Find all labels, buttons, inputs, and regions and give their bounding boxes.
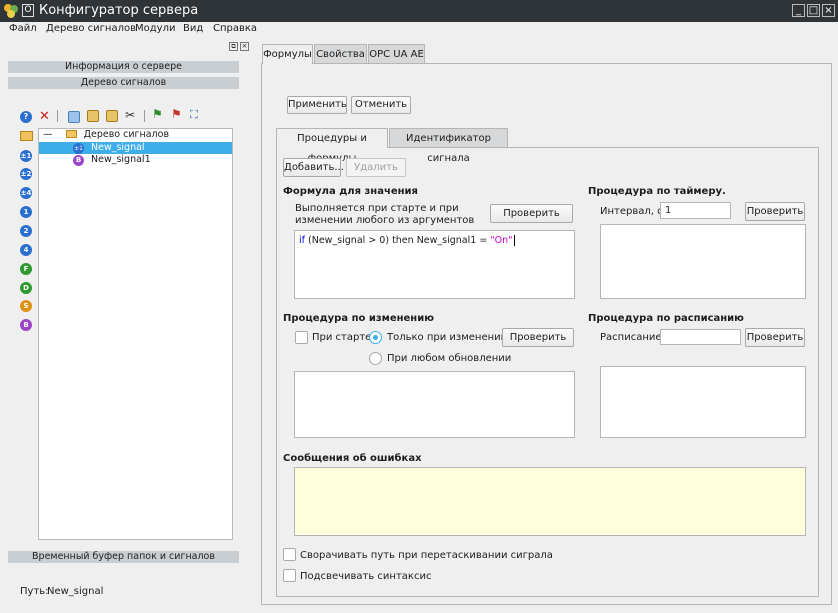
paste-icon[interactable] [87,110,99,122]
timer-title: Процедура по таймеру. [588,186,726,197]
errors-box[interactable] [294,467,806,536]
folder-icon [65,130,77,138]
schedule-label: Расписание: [600,332,665,343]
copy-icon[interactable] [68,111,80,123]
pin-button[interactable]: O [22,4,34,17]
text-cursor [513,235,515,246]
tab-formulas[interactable]: Формулы [262,44,313,64]
maximize-button[interactable]: □ [807,4,820,17]
schedule-editor[interactable] [600,366,806,438]
minimize-button[interactable]: _ [792,4,805,17]
paste-special-icon[interactable] [106,110,118,122]
tree-item-new-signal1[interactable]: B New_signal1 [39,154,232,166]
collapse-path-checkbox[interactable] [283,548,296,561]
window-title: Конфигуратор сервера [39,3,199,18]
signal-tree-header[interactable]: Дерево сигналов [8,77,239,89]
menu-file[interactable]: Файл [9,23,37,34]
any-update-radio[interactable] [369,352,382,365]
toolbar-separator [57,110,58,122]
code-expression: (New_signal > 0) then New_signal1 = [308,235,491,246]
tree-root[interactable]: — Дерево сигналов [43,129,233,141]
delete-icon[interactable]: ✕ [39,109,50,124]
interval-input[interactable]: 1 [660,202,731,219]
apply-button[interactable]: Применить [287,96,347,114]
add-button[interactable]: Добавить... [283,158,344,177]
tab-opc-ua-ae[interactable]: OPC UA AE [368,44,425,64]
cancel-button[interactable]: Отменить [351,96,411,114]
any-update-label: При любом обновлении [387,353,512,364]
import-icon[interactable]: ⚑ [152,107,163,121]
tab-properties[interactable]: Свойства [314,44,367,64]
formula-title: Формула для значения [283,186,418,197]
change-title: Процедура по изменению [283,313,434,324]
highlight-syntax-checkbox[interactable] [283,569,296,582]
menu-view[interactable]: Вид [183,23,203,34]
bool-signal-icon: B [73,155,84,166]
remove-button[interactable]: Удалить [346,158,406,177]
formula-description: Выполняется при старте и при изменении л… [295,203,475,226]
schedule-input[interactable] [660,329,741,345]
path-value: New_signal [47,586,104,597]
on-start-label: При старте [312,332,372,343]
signal-type-icon[interactable]: B [20,319,32,331]
tab-procedures[interactable]: Процедуры и формулы [276,128,388,164]
cut-icon[interactable]: ✂ [125,108,135,122]
undock-icon[interactable]: ⧉ [229,42,238,51]
tree-item-new-signal[interactable]: ±1 New_signal [39,142,232,154]
tree-item-label: New_signal [91,142,145,153]
signal-type-icon[interactable]: 1 [20,206,32,218]
check-change-button[interactable]: Проверить [502,328,574,347]
menu-help[interactable]: Справка [213,23,257,34]
menu-bar: Файл Дерево сигналов Модули Вид Справка [0,22,838,38]
tab-signal-id[interactable]: Идентификатор сигнала [389,128,508,164]
integer-signal-icon: ±1 [73,143,84,154]
server-info-header[interactable]: Информация о сервере [8,61,239,73]
only-change-label: Только при изменении [387,332,508,343]
signal-type-icon[interactable]: 4 [20,244,32,256]
toolbar-separator [144,110,145,122]
menu-signal-tree[interactable]: Дерево сигналов [46,23,136,34]
tree-root-label: Дерево сигналов [83,129,170,140]
formula-editor[interactable]: if (New_signal > 0) then New_signal1 = "… [294,230,575,299]
app-icon [4,4,18,18]
signal-type-icon[interactable]: ±4 [20,187,32,199]
export-icon[interactable]: ⚑ [171,107,182,121]
schedule-title: Процедура по расписанию [588,313,744,324]
tree-item-label: New_signal1 [91,154,151,165]
code-string: "On" [490,235,513,246]
path-label: Путь: [20,586,49,597]
signal-tree[interactable]: — Дерево сигналов ±1 New_signal B New_si… [38,128,233,540]
signal-type-icon[interactable]: ±2 [20,168,32,180]
collapse-icon[interactable]: — [43,129,53,140]
on-start-checkbox[interactable] [295,331,308,344]
buffer-header[interactable]: Временный буфер папок и сигналов [8,551,239,563]
collapse-path-label: Сворачивать путь при перетаскивании сигр… [300,550,553,561]
signal-type-icon[interactable]: 2 [20,225,32,237]
change-editor[interactable] [294,371,575,438]
signal-type-icon[interactable]: ±1 [20,150,32,162]
check-timer-button[interactable]: Проверить [745,202,805,221]
errors-title: Сообщения об ошибках [283,453,422,464]
title-bar: O Конфигуратор сервера _ □ × [0,0,838,22]
find-icon[interactable]: ⛶ [190,108,198,122]
highlight-syntax-label: Подсвечивать синтаксис [300,571,432,582]
signal-type-icon[interactable]: S [20,300,32,312]
check-formula-button[interactable]: Проверить [490,204,573,223]
timer-editor[interactable] [600,224,806,299]
signal-type-icon[interactable]: D [20,282,32,294]
close-button[interactable]: × [822,4,835,17]
add-folder-icon[interactable] [20,131,33,141]
interval-label: Интервал, с: [600,206,666,217]
signal-type-icon[interactable]: F [20,263,32,275]
only-change-radio[interactable] [369,331,382,344]
menu-modules[interactable]: Модули [135,23,175,34]
panel-close-icon[interactable]: × [240,42,249,51]
check-schedule-button[interactable]: Проверить [745,328,805,347]
help-icon[interactable]: ? [20,111,34,123]
code-keyword: if [299,235,305,246]
